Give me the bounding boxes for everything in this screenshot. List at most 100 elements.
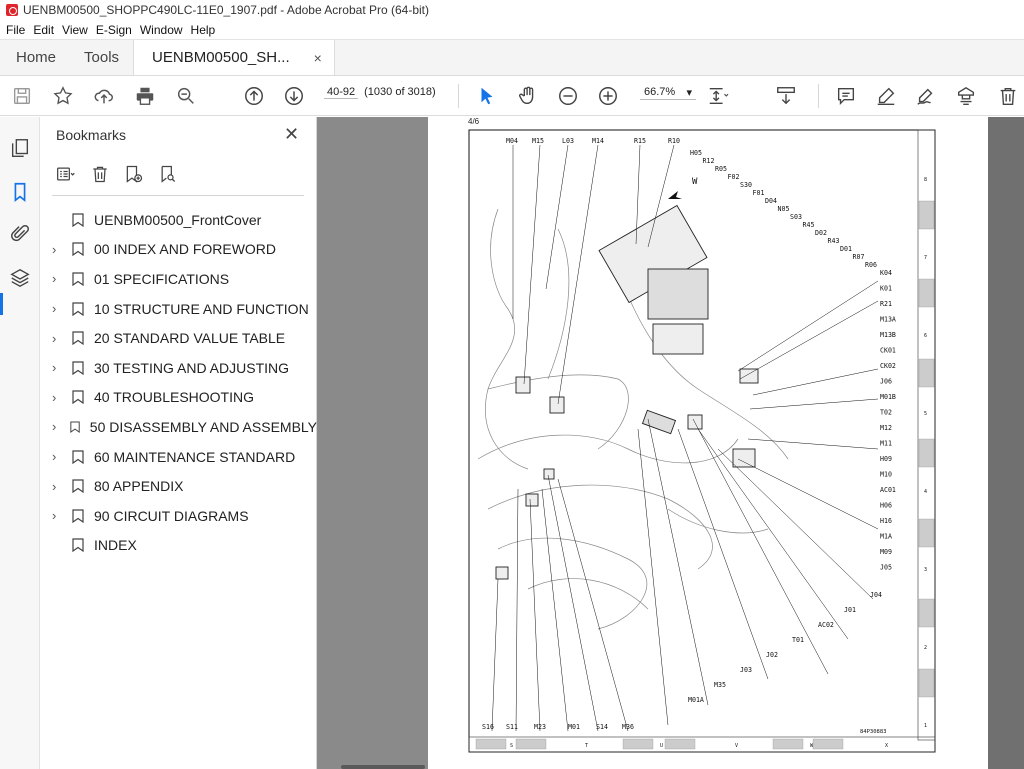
grid-column-label: V xyxy=(735,743,738,749)
bookmarks-panel-icon[interactable] xyxy=(9,181,31,203)
prev-page-icon[interactable] xyxy=(242,84,266,108)
grid-column-label: U xyxy=(660,743,663,749)
connector-label: H09 xyxy=(880,455,892,463)
page-number-input[interactable]: 40-92 xyxy=(324,86,359,99)
tab-document[interactable]: UENBM00500_SH... × xyxy=(133,40,335,75)
next-page-icon[interactable] xyxy=(282,84,306,108)
bookmark-item[interactable]: › 40 TROUBLESHOOTING xyxy=(40,383,317,413)
layers-icon[interactable] xyxy=(9,267,31,289)
connector-label: S03 xyxy=(790,213,802,221)
bookmark-label: 00 INDEX AND FOREWORD xyxy=(94,241,277,258)
menu-view[interactable]: View xyxy=(58,23,92,37)
connector-label: F01 xyxy=(753,189,765,197)
bookmark-item[interactable]: › 10 STRUCTURE AND FUNCTION xyxy=(40,294,317,324)
print-icon[interactable] xyxy=(133,84,157,108)
zoom-in-icon[interactable] xyxy=(596,84,620,108)
connector-label: N05 xyxy=(778,205,790,213)
connector-label: S30 xyxy=(740,181,752,189)
bookmark-item[interactable]: ›INDEX xyxy=(40,531,317,561)
grid-row-label: 8 xyxy=(924,177,927,183)
delete-icon[interactable] xyxy=(996,84,1020,108)
search-zoom-icon[interactable] xyxy=(174,84,198,108)
connector-label: M35 xyxy=(714,681,726,689)
zoom-level-dropdown[interactable]: 66.7% ▾ xyxy=(640,86,696,100)
close-panel-icon[interactable]: ✕ xyxy=(284,124,299,145)
delete-bookmark-icon[interactable] xyxy=(90,164,110,189)
view-mark-label: W xyxy=(692,177,698,187)
expand-chevron-icon[interactable]: › xyxy=(52,508,66,523)
expand-chevron-icon[interactable]: › xyxy=(52,419,64,434)
grid-row-label: 3 xyxy=(924,567,927,573)
bookmark-item[interactable]: › 60 MAINTENANCE STANDARD xyxy=(40,442,317,472)
connector-label: D01 xyxy=(840,245,852,253)
tab-tools[interactable]: Tools xyxy=(70,40,133,75)
horizontal-scrollbar[interactable] xyxy=(341,765,425,769)
view-arrow-icon xyxy=(668,191,682,199)
bookmark-item[interactable]: › 90 CIRCUIT DIAGRAMS xyxy=(40,501,317,531)
save-icon[interactable] xyxy=(10,84,34,108)
document-viewer[interactable]: 4/6 M04 M15 L03 M14 R15 R10 H05 R12 R05 … xyxy=(317,117,1024,769)
drawing-number: 84P30883 xyxy=(860,729,887,735)
tab-home[interactable]: Home xyxy=(0,40,70,75)
bookmark-item[interactable]: › 50 DISASSEMBLY AND ASSEMBLY xyxy=(40,412,317,442)
connector-label: M13A xyxy=(880,316,896,324)
connector-label: M04 xyxy=(506,137,518,145)
bookmark-item[interactable]: ›UENBM00500_FrontCover xyxy=(40,205,317,235)
grid-row-label: 6 xyxy=(924,333,927,339)
bookmark-search-icon[interactable] xyxy=(158,164,178,189)
connector-label: J01 xyxy=(844,606,856,614)
bookmark-options-icon[interactable] xyxy=(56,164,76,189)
fit-page-icon[interactable] xyxy=(706,84,730,108)
grid-column-label: S xyxy=(510,743,513,749)
bookmark-star-icon[interactable] xyxy=(51,84,75,108)
expand-chevron-icon[interactable]: › xyxy=(52,301,66,316)
new-bookmark-icon[interactable] xyxy=(124,164,144,189)
expand-chevron-icon[interactable]: › xyxy=(52,449,66,464)
connector-label: S11 xyxy=(506,723,518,731)
hand-tool-icon[interactable] xyxy=(516,84,540,108)
menu-esign[interactable]: E-Sign xyxy=(92,23,136,37)
expand-chevron-icon[interactable]: › xyxy=(52,360,66,375)
menu-edit[interactable]: Edit xyxy=(29,23,58,37)
expand-chevron-icon[interactable]: › xyxy=(52,242,66,257)
bookmark-icon xyxy=(72,272,84,286)
page-navigator: 40-92 (1030 of 3018) xyxy=(324,86,436,99)
connector-label: T01 xyxy=(792,636,804,644)
share-upload-icon[interactable] xyxy=(92,84,116,108)
bookmark-item[interactable]: › 00 INDEX AND FOREWORD xyxy=(40,235,317,265)
connector-label: R10 xyxy=(668,137,680,145)
bookmark-icon xyxy=(70,421,80,433)
connector-label: R05 xyxy=(715,165,727,173)
attachments-icon[interactable] xyxy=(9,223,31,245)
expand-chevron-icon[interactable]: › xyxy=(52,390,66,405)
menu-file[interactable]: File xyxy=(0,23,29,37)
menu-help[interactable]: Help xyxy=(187,23,220,37)
connector-label: M15 xyxy=(532,137,544,145)
zoom-out-icon[interactable] xyxy=(556,84,580,108)
bookmark-item[interactable]: › 20 STANDARD VALUE TABLE xyxy=(40,323,317,353)
select-cursor-icon[interactable] xyxy=(475,84,499,108)
bookmarks-panel: Bookmarks ✕ ›UENBM00500_FrontCover›00 IN… xyxy=(40,117,330,769)
highlight-pen-icon[interactable] xyxy=(874,84,898,108)
bookmark-item[interactable]: › 01 SPECIFICATIONS xyxy=(40,264,317,294)
page-thumbnails-icon[interactable] xyxy=(9,137,31,159)
window-title: UENBM00500_SHOPPC490LC-11E0_1907.pdf - A… xyxy=(23,3,430,17)
expand-chevron-icon[interactable]: › xyxy=(52,331,66,346)
bookmark-item[interactable]: › 80 APPENDIX xyxy=(40,471,317,501)
connector-label: M11 xyxy=(880,440,892,448)
bookmark-list: ›UENBM00500_FrontCover › 00 INDEX AND FORE… xyxy=(40,205,317,560)
zoom-level: 66.7% xyxy=(644,86,676,98)
pdf-page[interactable]: 4/6 M04 M15 L03 M14 R15 R10 H05 R12 R05 … xyxy=(428,117,989,769)
expand-chevron-icon[interactable]: › xyxy=(52,271,66,286)
menu-window[interactable]: Window xyxy=(136,23,187,37)
tab-close-icon[interactable]: × xyxy=(314,50,322,66)
draw-sign-icon[interactable] xyxy=(914,84,938,108)
connector-label: R45 xyxy=(803,221,815,229)
bookmark-item[interactable]: › 30 TESTING AND ADJUSTING xyxy=(40,353,317,383)
toolbar-divider xyxy=(458,84,459,108)
comment-icon[interactable] xyxy=(834,84,858,108)
connector-label: F02 xyxy=(728,173,740,181)
scroll-mode-icon[interactable] xyxy=(774,84,798,108)
expand-chevron-icon[interactable]: › xyxy=(52,479,66,494)
stamp-icon[interactable] xyxy=(954,84,978,108)
